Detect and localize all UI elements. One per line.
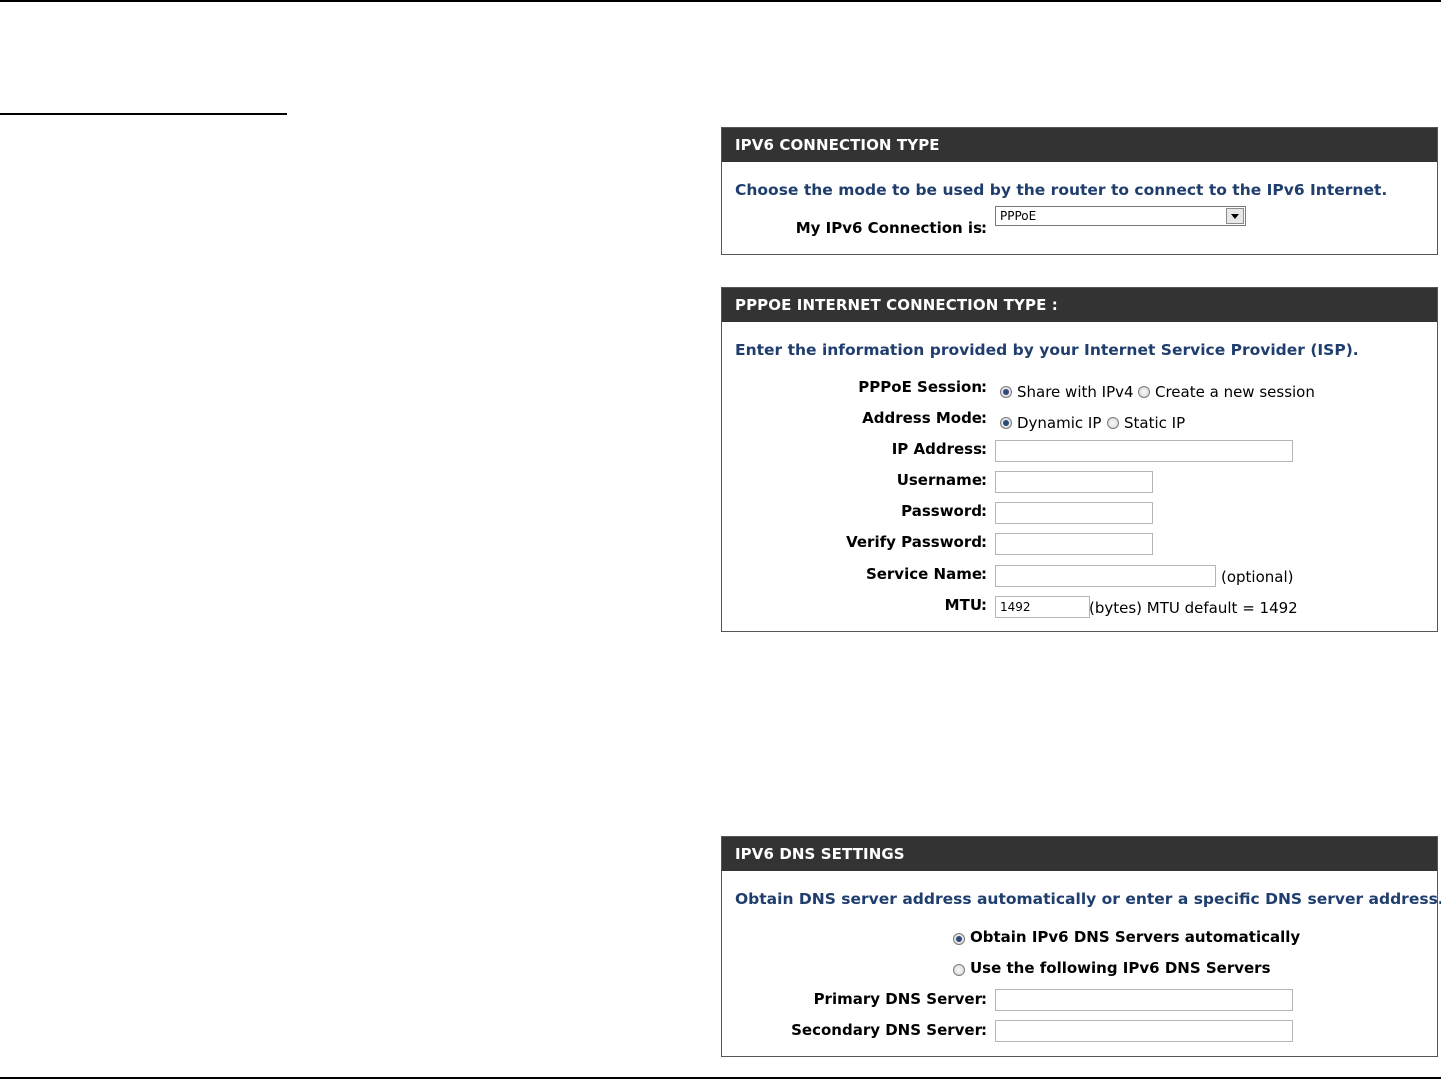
bottom-rule xyxy=(0,1077,1441,1079)
address-mode-dynamic[interactable]: Dynamic IP xyxy=(1000,414,1101,432)
colon: : xyxy=(981,471,987,489)
mtu-input[interactable] xyxy=(995,596,1090,618)
radio-icon[interactable] xyxy=(1107,417,1119,429)
radio-icon[interactable] xyxy=(953,964,965,976)
username-label: Username xyxy=(896,471,982,489)
dns-manual-option-label: Use the following IPv6 DNS Servers xyxy=(970,959,1271,977)
username-input[interactable] xyxy=(995,471,1153,493)
chevron-down-icon[interactable] xyxy=(1226,208,1244,224)
address-mode-static[interactable]: Static IP xyxy=(1107,414,1185,432)
radio-selected-icon[interactable] xyxy=(1000,417,1012,429)
colon: : xyxy=(981,440,987,458)
colon: : xyxy=(981,219,987,237)
session-option-new-label: Create a new session xyxy=(1155,383,1315,401)
radio-selected-icon[interactable] xyxy=(953,933,965,945)
ip-address-input[interactable] xyxy=(995,440,1293,462)
session-option-share[interactable]: Share with IPv4 xyxy=(1000,383,1134,401)
ip-address-label: IP Address xyxy=(891,440,982,458)
colon: : xyxy=(981,565,987,583)
top-rule xyxy=(0,0,1441,2)
mtu-label: MTU xyxy=(944,596,982,614)
address-mode-static-label: Static IP xyxy=(1124,414,1186,432)
colon: : xyxy=(981,533,987,551)
password-label: Password xyxy=(901,502,982,520)
panel-intro: Enter the information provided by your I… xyxy=(735,341,1359,359)
session-option-share-label: Share with IPv4 xyxy=(1017,383,1134,401)
pppoe-connection-panel: PPPOE INTERNET CONNECTION TYPE : Enter t… xyxy=(721,287,1438,632)
session-option-new[interactable]: Create a new session xyxy=(1138,383,1315,401)
mtu-note: (bytes) MTU default = 1492 xyxy=(1089,599,1298,617)
dns-auto-option[interactable]: Obtain IPv6 DNS Servers automatically xyxy=(953,928,1300,946)
dns-manual-option[interactable]: Use the following IPv6 DNS Servers xyxy=(953,959,1271,977)
pppoe-session-label: PPPoE Session xyxy=(858,378,982,396)
dns-auto-option-label: Obtain IPv6 DNS Servers automatically xyxy=(970,928,1301,946)
panel-intro: Obtain DNS server address automatically … xyxy=(735,890,1441,908)
radio-icon[interactable] xyxy=(1138,386,1150,398)
primary-dns-label: Primary DNS Server xyxy=(813,990,982,1008)
colon: : xyxy=(981,596,987,614)
verify-password-label: Verify Password xyxy=(846,533,982,551)
ipv6-dns-settings-panel: IPV6 DNS SETTINGS Obtain DNS server addr… xyxy=(721,836,1441,1057)
colon: : xyxy=(981,378,987,396)
connection-label: My IPv6 Connection is xyxy=(795,219,982,237)
panel-header: PPPOE INTERNET CONNECTION TYPE : xyxy=(722,288,1437,322)
service-name-input[interactable] xyxy=(995,565,1216,587)
panel-header: IPV6 DNS SETTINGS xyxy=(722,837,1437,871)
address-mode-dynamic-label: Dynamic IP xyxy=(1017,414,1102,432)
connection-type-value: PPPoE xyxy=(1000,209,1037,223)
service-name-note: (optional) xyxy=(1221,568,1294,586)
secondary-dns-input[interactable] xyxy=(995,1020,1293,1042)
section-underline xyxy=(0,113,287,115)
connection-type-select[interactable]: PPPoE xyxy=(995,206,1246,226)
colon: : xyxy=(981,990,987,1008)
address-mode-label: Address Mode xyxy=(862,409,982,427)
ipv6-connection-type-panel: IPV6 CONNECTION TYPE Choose the mode to … xyxy=(721,127,1438,255)
radio-selected-icon[interactable] xyxy=(1000,386,1012,398)
colon: : xyxy=(981,502,987,520)
primary-dns-input[interactable] xyxy=(995,989,1293,1011)
verify-password-input[interactable] xyxy=(995,533,1153,555)
colon: : xyxy=(981,409,987,427)
secondary-dns-label: Secondary DNS Server xyxy=(791,1021,982,1039)
service-name-label: Service Name xyxy=(865,565,982,583)
panel-intro: Choose the mode to be used by the router… xyxy=(735,181,1388,199)
colon: : xyxy=(981,1021,987,1039)
panel-header: IPV6 CONNECTION TYPE xyxy=(722,128,1437,162)
password-input[interactable] xyxy=(995,502,1153,524)
